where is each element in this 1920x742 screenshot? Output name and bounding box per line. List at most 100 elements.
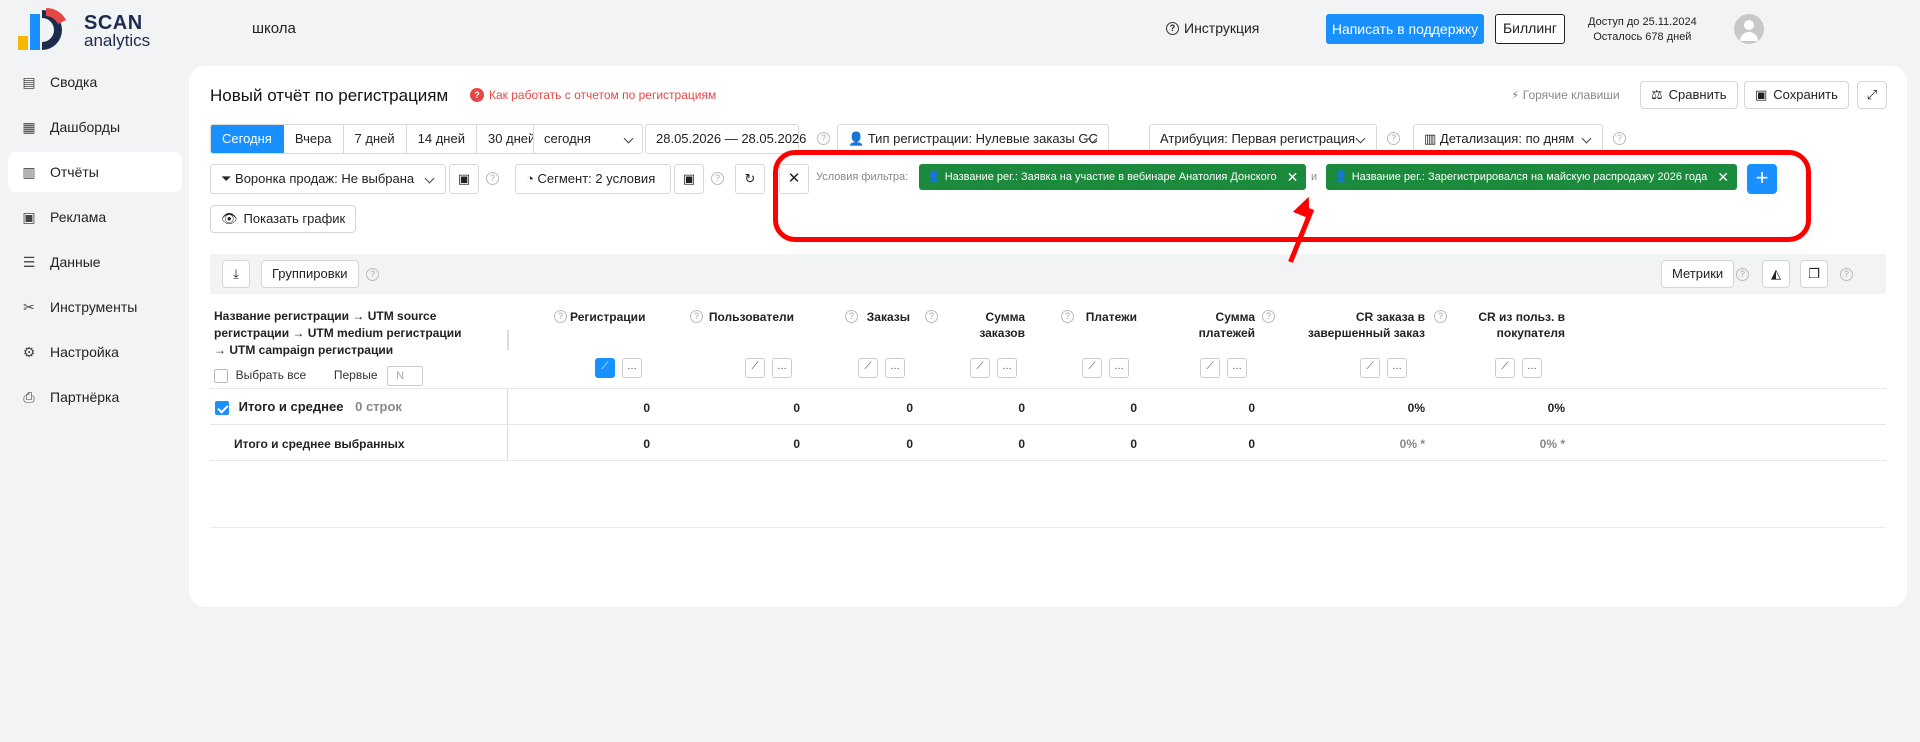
chevron-down-icon xyxy=(1581,133,1592,144)
segment-select[interactable]: ◔ Сегмент: 2 условия xyxy=(515,164,671,194)
chevron-down-icon xyxy=(424,173,435,184)
sidebar-item-ads[interactable]: ▣ Реклама xyxy=(8,197,182,237)
help-icon[interactable]: ? xyxy=(925,310,938,323)
save-segment-button[interactable]: ▣ xyxy=(674,164,704,194)
logo[interactable]: SCAN analytics xyxy=(18,6,158,52)
column-resizer[interactable] xyxy=(507,330,509,350)
partner-icon: ⎙ xyxy=(23,388,35,405)
refresh-icon: ↻ xyxy=(744,171,756,186)
sidebar-item-label: Инструменты xyxy=(50,299,138,315)
total-payments-sum: 0 xyxy=(1248,401,1255,415)
sidebar-item-reports[interactable]: ▥ Отчёты xyxy=(8,152,182,192)
show-chart-button[interactable]: 👁 Показать график xyxy=(210,205,357,233)
chart-toggle-button[interactable]: ⟋ xyxy=(595,358,615,378)
sidebar-item-summary[interactable]: ▤ Сводка xyxy=(8,62,182,102)
sidebar-item-tools[interactable]: ✂ Инструменты xyxy=(8,287,182,327)
select-controls: Выбрать все Первые N xyxy=(214,366,424,386)
metrics-button[interactable]: Метрики xyxy=(1661,260,1735,288)
first-n-input[interactable]: N xyxy=(387,366,424,386)
sidebar-item-label: Реклама xyxy=(50,209,107,225)
save-button[interactable]: ▣ Сохранить xyxy=(1744,81,1849,109)
chart-icon: ⟋ xyxy=(1088,361,1096,372)
fill-button[interactable]: ◭ xyxy=(1762,260,1790,288)
copy-button[interactable]: ❐ xyxy=(1800,260,1828,288)
total-orders-sum: 0 xyxy=(1018,401,1025,415)
save-funnel-button[interactable]: ▣ xyxy=(449,164,479,194)
sidebar-item-label: Дашборды xyxy=(50,119,120,135)
help-icon[interactable]: ? xyxy=(486,172,499,185)
groupings-button[interactable]: Группировки xyxy=(261,260,359,288)
col-cr-user-buyer: CR из польз. в покупателя xyxy=(1478,310,1565,340)
period-select[interactable]: сегодня xyxy=(533,124,643,154)
chart-toggle-button[interactable]: ⟋ xyxy=(858,358,878,378)
chart-toggle-button[interactable]: ⟋ xyxy=(1082,358,1102,378)
help-icon[interactable]: ? xyxy=(1387,132,1400,145)
gear-icon: ⚙ xyxy=(22,343,36,360)
refresh-button[interactable]: ↻ xyxy=(735,164,765,194)
annotation-highlight xyxy=(773,150,1811,242)
fullscreen-button[interactable]: ⤢ xyxy=(1857,81,1887,109)
help-icon[interactable]: ? xyxy=(1262,310,1275,323)
period-today[interactable]: Сегодня xyxy=(211,125,284,153)
col-cr-order-complete: CR заказа в завершенный заказ xyxy=(1307,310,1425,340)
period-7-days[interactable]: 7 дней xyxy=(343,125,407,153)
total-registrations: 0 xyxy=(643,401,650,415)
chart-toggle-button[interactable]: ⟋ xyxy=(1495,358,1515,378)
tools-icon: ✂ xyxy=(23,298,35,315)
period-yesterday[interactable]: Вчера xyxy=(283,125,344,153)
more-button[interactable]: … xyxy=(1227,358,1247,378)
hotkeys-link[interactable]: ⚡ Горячие клавиши xyxy=(1511,88,1620,102)
dashboard-icon: ▦ xyxy=(22,118,36,135)
instruction-link[interactable]: ? Инструкция xyxy=(1166,20,1259,36)
support-button[interactable]: Написать в поддержку xyxy=(1326,14,1484,44)
select-all-label: Выбрать все xyxy=(235,368,307,383)
chart-toggle-button[interactable]: ⟋ xyxy=(745,358,765,378)
user-avatar-icon[interactable] xyxy=(1734,14,1764,44)
project-selector[interactable]: школа xyxy=(252,20,296,37)
help-icon[interactable]: ? xyxy=(711,172,724,185)
period-14-days[interactable]: 14 дней xyxy=(406,125,477,153)
chart-icon: ⟋ xyxy=(1366,361,1374,372)
howto-label: Как работать с отчетом по регистрациям xyxy=(489,88,717,102)
metrics-label: Метрики xyxy=(1672,266,1724,281)
more-button[interactable]: … xyxy=(997,358,1017,378)
help-icon[interactable]: ? xyxy=(690,310,703,323)
help-icon[interactable]: ? xyxy=(1736,268,1749,281)
reports-icon: ▥ xyxy=(22,163,36,180)
sidebar-item-dashboards[interactable]: ▦ Дашборды xyxy=(8,107,182,147)
more-button[interactable]: … xyxy=(885,358,905,378)
total-cr-user: 0% xyxy=(1547,401,1565,415)
compare-button[interactable]: ⚖ Сравнить xyxy=(1640,81,1738,109)
date-range-picker[interactable]: 28.05.2026 — 28.05.2026 xyxy=(645,124,806,154)
download-button[interactable]: ⤓ xyxy=(222,260,250,288)
more-button[interactable]: … xyxy=(622,358,642,378)
more-button[interactable]: … xyxy=(1522,358,1542,378)
page-title: Новый отчёт по регистрациям xyxy=(210,86,449,105)
help-icon[interactable]: ? xyxy=(554,310,567,323)
col-payments: Платежи xyxy=(1085,310,1137,324)
col-registrations: Регистрации xyxy=(570,310,646,324)
select-all-checkbox[interactable] xyxy=(214,369,228,383)
groupings-label: Группировки xyxy=(272,266,348,281)
sidebar-item-partner[interactable]: ⎙ Партнёрка xyxy=(8,377,182,417)
chart-toggle-button[interactable]: ⟋ xyxy=(1200,358,1220,378)
chevron-down-icon xyxy=(623,133,634,144)
selected-orders-sum: 0 xyxy=(1018,437,1025,451)
total-checkbox[interactable] xyxy=(215,400,229,415)
chart-toggle-button[interactable]: ⟋ xyxy=(1360,358,1380,378)
hotkeys-label: Горячие клавиши xyxy=(1522,88,1620,102)
help-icon[interactable]: ? xyxy=(1613,132,1626,145)
more-button[interactable]: … xyxy=(1387,358,1407,378)
help-icon[interactable]: ? xyxy=(1840,268,1853,281)
help-icon[interactable]: ? xyxy=(366,268,379,281)
chart-toggle-button[interactable]: ⟋ xyxy=(970,358,990,378)
sidebar-item-data[interactable]: ☰ Данные xyxy=(8,242,182,282)
more-button[interactable]: … xyxy=(772,358,792,378)
funnel-select[interactable]: ⏷ Воронка продаж: Не выбрана xyxy=(210,164,446,194)
howto-link[interactable]: ? Как работать с отчетом по регистрациям xyxy=(470,88,716,102)
help-icon[interactable]: ? xyxy=(817,132,830,145)
chart-icon: ⟋ xyxy=(976,361,984,372)
sidebar-item-settings[interactable]: ⚙ Настройка xyxy=(8,332,182,372)
more-button[interactable]: … xyxy=(1109,358,1129,378)
billing-button[interactable]: Биллинг xyxy=(1495,14,1565,44)
